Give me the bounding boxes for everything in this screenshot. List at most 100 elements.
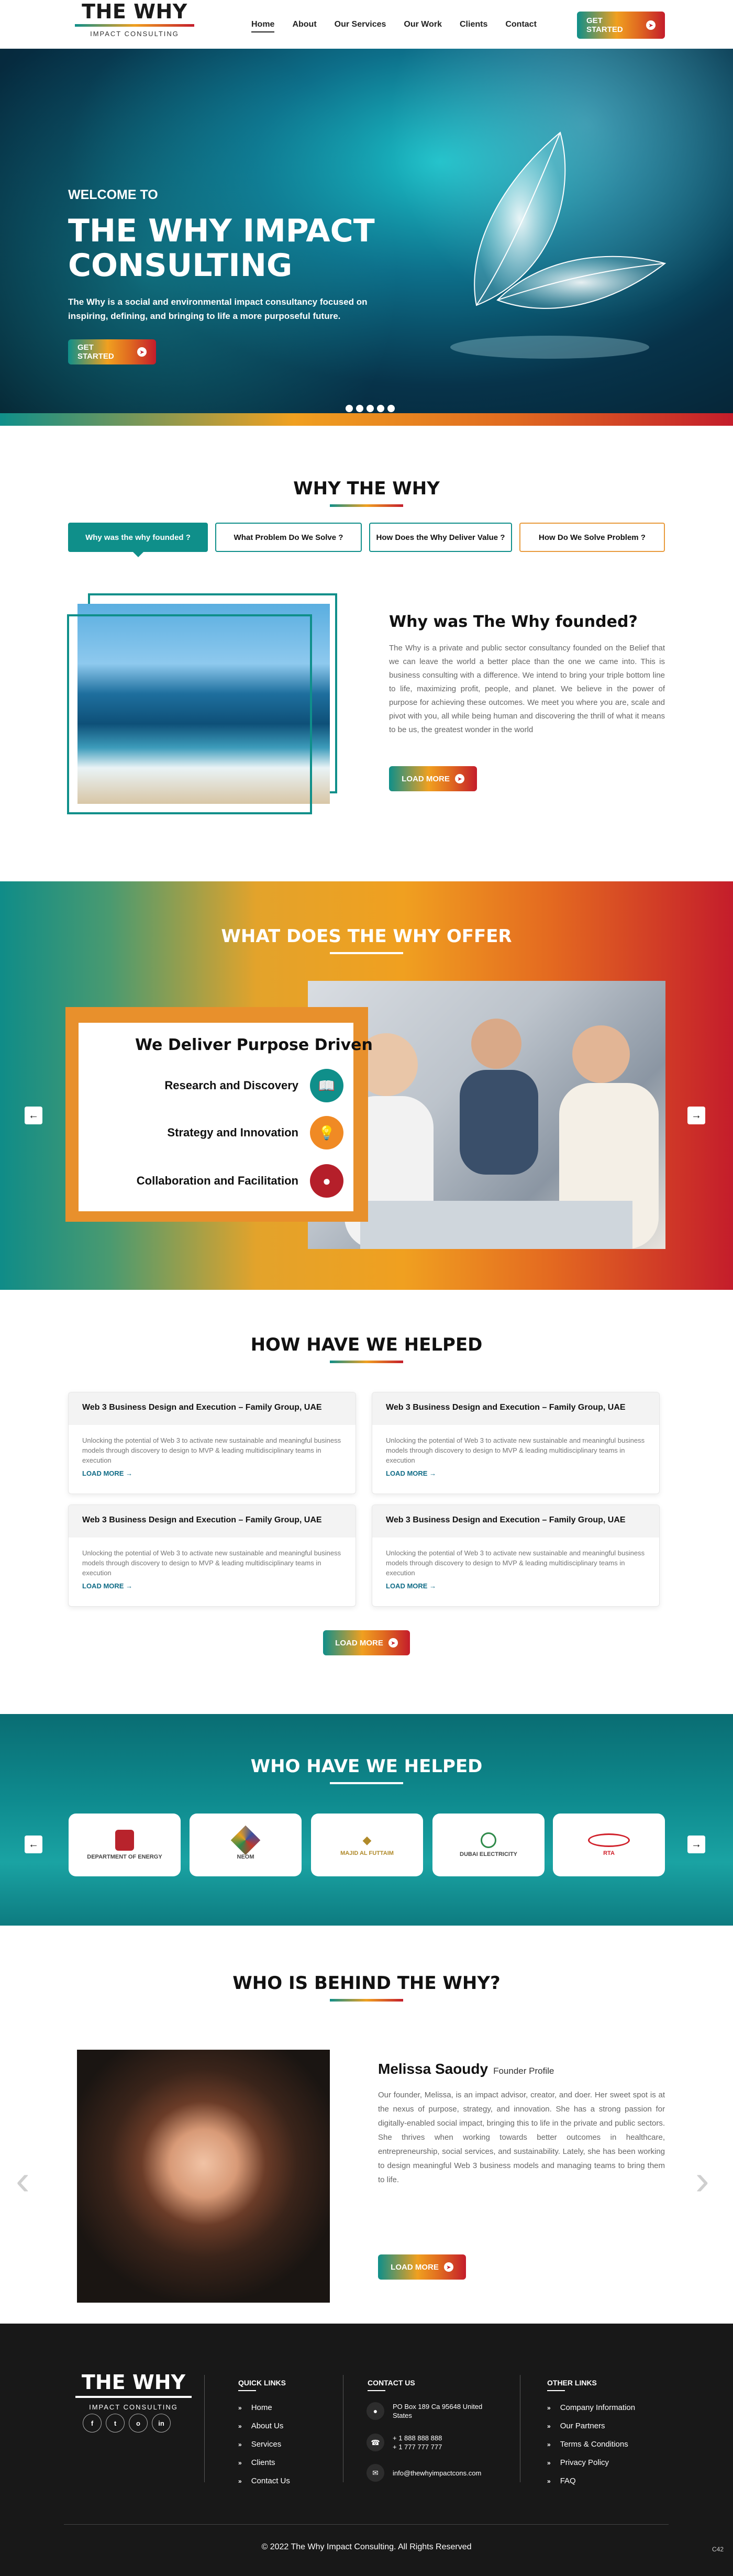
link-label: LOAD MORE bbox=[386, 1582, 428, 1590]
slider-dot[interactable] bbox=[346, 405, 353, 412]
tab-how-deliver-value[interactable]: How Does the Why Deliver Value ? bbox=[369, 523, 512, 552]
footer-link-home[interactable]: » Home bbox=[238, 2403, 272, 2412]
chevron-right-icon: » bbox=[238, 2459, 242, 2467]
social-links: f t o in bbox=[83, 2414, 171, 2433]
case-study-title: Web 3 Business Design and Execution – Fa… bbox=[372, 1392, 659, 1425]
hero-welcome: WELCOME TO bbox=[68, 187, 158, 202]
slider-dot[interactable] bbox=[387, 405, 395, 412]
why-load-more-button[interactable]: LOAD MORE ➤ bbox=[389, 766, 477, 791]
link-label: Company Information bbox=[560, 2403, 636, 2412]
chevron-right-icon: » bbox=[238, 2477, 242, 2485]
nav-home[interactable]: Home bbox=[251, 20, 275, 32]
nav-our-work[interactable]: Our Work bbox=[404, 20, 442, 32]
link-label: LOAD MORE bbox=[82, 1582, 124, 1590]
case-study-text: Unlocking the potential of Web 3 to acti… bbox=[386, 1549, 645, 1577]
tab-why-founded[interactable]: Why was the why founded ? bbox=[68, 523, 208, 557]
founder-load-more-button[interactable]: LOAD MORE ➤ bbox=[378, 2254, 466, 2280]
chevron-right-icon: » bbox=[547, 2440, 551, 2448]
nav-clients[interactable]: Clients bbox=[460, 20, 487, 32]
linkedin-icon[interactable]: in bbox=[152, 2414, 171, 2433]
founder-name: Melissa Saoudy bbox=[378, 2061, 488, 2077]
chevron-right-icon: » bbox=[547, 2459, 551, 2467]
client-logo-neom[interactable]: NEOM bbox=[190, 1814, 302, 1876]
instagram-icon[interactable]: o bbox=[129, 2414, 148, 2433]
chevron-right-icon[interactable]: › bbox=[695, 2156, 709, 2204]
footer-link-services[interactable]: » Services bbox=[238, 2440, 281, 2449]
slider-dot[interactable] bbox=[366, 405, 374, 412]
nav-contact[interactable]: Contact bbox=[505, 20, 537, 32]
slider-dot[interactable] bbox=[356, 405, 363, 412]
footer-link-terms[interactable]: » Terms & Conditions bbox=[547, 2440, 628, 2449]
footer-link-contact[interactable]: » Contact Us bbox=[238, 2477, 290, 2485]
client-logo-rta[interactable]: RTA bbox=[553, 1814, 665, 1876]
helped-load-more-button[interactable]: LOAD MORE ➤ bbox=[323, 1630, 410, 1655]
footer-email[interactable]: ✉ info@thewhyimpactcons.com bbox=[366, 2464, 492, 2482]
why-section: WHY THE WHY Why was the why founded ? Wh… bbox=[0, 426, 733, 881]
founder-section: WHO IS BEHIND THE WHY? ‹ Melissa Saoudy F… bbox=[0, 1926, 733, 2324]
founder-bio: Our founder, Melissa, is an impact advis… bbox=[378, 2091, 665, 2184]
mail-icon: ✉ bbox=[366, 2464, 384, 2482]
location-pin-icon: ● bbox=[366, 2402, 384, 2420]
footer-link-about[interactable]: » About Us bbox=[238, 2422, 283, 2430]
footer-link-our-partners[interactable]: » Our Partners bbox=[547, 2422, 605, 2430]
twitter-icon[interactable]: t bbox=[106, 2414, 125, 2433]
founder-role: Founder Profile bbox=[493, 2066, 554, 2076]
link-label: LOAD MORE bbox=[82, 1469, 124, 1477]
slider-dot[interactable] bbox=[377, 405, 384, 412]
logo-bar bbox=[75, 24, 194, 27]
facebook-icon[interactable]: f bbox=[83, 2414, 102, 2433]
tab-what-problem[interactable]: What Problem Do We Solve ? bbox=[215, 523, 362, 552]
offer-item-strategy: Strategy and Innovation 💡 bbox=[131, 1116, 343, 1149]
dewa-icon bbox=[481, 1832, 496, 1848]
tab-how-solve-problem[interactable]: How Do We Solve Problem ? bbox=[519, 523, 665, 552]
header-get-started-button[interactable]: GET STARTED ➤ bbox=[577, 12, 665, 39]
hero-get-started-label: GET STARTED bbox=[77, 343, 114, 361]
clients-title: WHO HAVE WE HELPED bbox=[250, 1756, 483, 1777]
client-name: DEPARTMENT OF ENERGY bbox=[87, 1854, 162, 1860]
offer-prev-arrow-icon[interactable]: ← bbox=[25, 1107, 42, 1124]
client-logo-dewa[interactable]: DUBAI ELECTRICITY bbox=[432, 1814, 545, 1876]
case-study-load-more-link[interactable]: LOAD MORE → bbox=[69, 1578, 356, 1594]
footer-link-faq[interactable]: » FAQ bbox=[547, 2477, 576, 2485]
why-title: WHY THE WHY bbox=[293, 478, 440, 499]
case-study-load-more-link[interactable]: LOAD MORE → bbox=[372, 1465, 659, 1482]
footer-link-clients[interactable]: » Clients bbox=[238, 2458, 275, 2467]
case-study-text: Unlocking the potential of Web 3 to acti… bbox=[82, 1436, 341, 1464]
footer-link-company-information[interactable]: » Company Information bbox=[547, 2403, 635, 2412]
hero-get-started-button[interactable]: GET STARTED ➤ bbox=[68, 339, 156, 364]
case-study-card: Web 3 Business Design and Execution – Fa… bbox=[68, 1505, 356, 1607]
slider-dots bbox=[346, 405, 395, 412]
footer-logo[interactable]: THE WHY IMPACT CONSULTING bbox=[73, 2371, 194, 2411]
client-logo-majid-al-futtaim[interactable]: ◆ MAJID AL FUTTAIM bbox=[311, 1814, 423, 1876]
why-text: The Why is a private and public sector c… bbox=[389, 644, 665, 734]
quick-links-title: QUICK LINKS bbox=[238, 2379, 286, 2391]
arrow-right-icon: ➤ bbox=[443, 2262, 453, 2272]
case-study-text: Unlocking the potential of Web 3 to acti… bbox=[82, 1549, 341, 1577]
clients-prev-arrow-icon[interactable]: ← bbox=[25, 1836, 42, 1853]
footer-logo-title: THE WHY bbox=[81, 2371, 186, 2394]
offer-title: WHAT DOES THE WHY OFFER bbox=[221, 926, 512, 947]
client-logo-department-of-energy[interactable]: DEPARTMENT OF ENERGY bbox=[69, 1814, 181, 1876]
case-study-load-more-link[interactable]: LOAD MORE → bbox=[372, 1578, 659, 1594]
case-studies-section: HOW HAVE WE HELPED Web 3 Business Design… bbox=[0, 1290, 733, 1714]
other-links-title: OTHER LINKS bbox=[547, 2379, 597, 2391]
chevron-right-icon: » bbox=[238, 2440, 242, 2448]
footer-code: C42 bbox=[712, 2546, 724, 2553]
helped-title-underline bbox=[330, 1361, 403, 1363]
offer-next-arrow-icon[interactable]: → bbox=[687, 1107, 705, 1124]
client-name: MAJID AL FUTTAIM bbox=[340, 1850, 394, 1856]
why-load-more-label: LOAD MORE bbox=[402, 774, 450, 783]
founder-portrait bbox=[77, 2050, 330, 2303]
hero-description: The Why is a social and environmental im… bbox=[68, 297, 368, 321]
chevron-left-icon[interactable]: ‹ bbox=[16, 2156, 30, 2204]
case-study-load-more-link[interactable]: LOAD MORE → bbox=[69, 1465, 356, 1482]
clients-next-arrow-icon[interactable]: → bbox=[687, 1836, 705, 1853]
footer-phones: ☎ + 1 888 888 888 + 1 777 777 777 bbox=[366, 2434, 487, 2451]
email-text: info@thewhyimpactcons.com bbox=[393, 2469, 482, 2477]
chevron-right-icon: » bbox=[547, 2477, 551, 2485]
footer-link-privacy[interactable]: » Privacy Policy bbox=[547, 2458, 609, 2467]
nav-about[interactable]: About bbox=[292, 20, 316, 32]
logo[interactable]: THE WHY IMPACT CONSULTING bbox=[72, 0, 197, 38]
link-label: Privacy Policy bbox=[560, 2458, 609, 2467]
nav-our-services[interactable]: Our Services bbox=[335, 20, 386, 32]
